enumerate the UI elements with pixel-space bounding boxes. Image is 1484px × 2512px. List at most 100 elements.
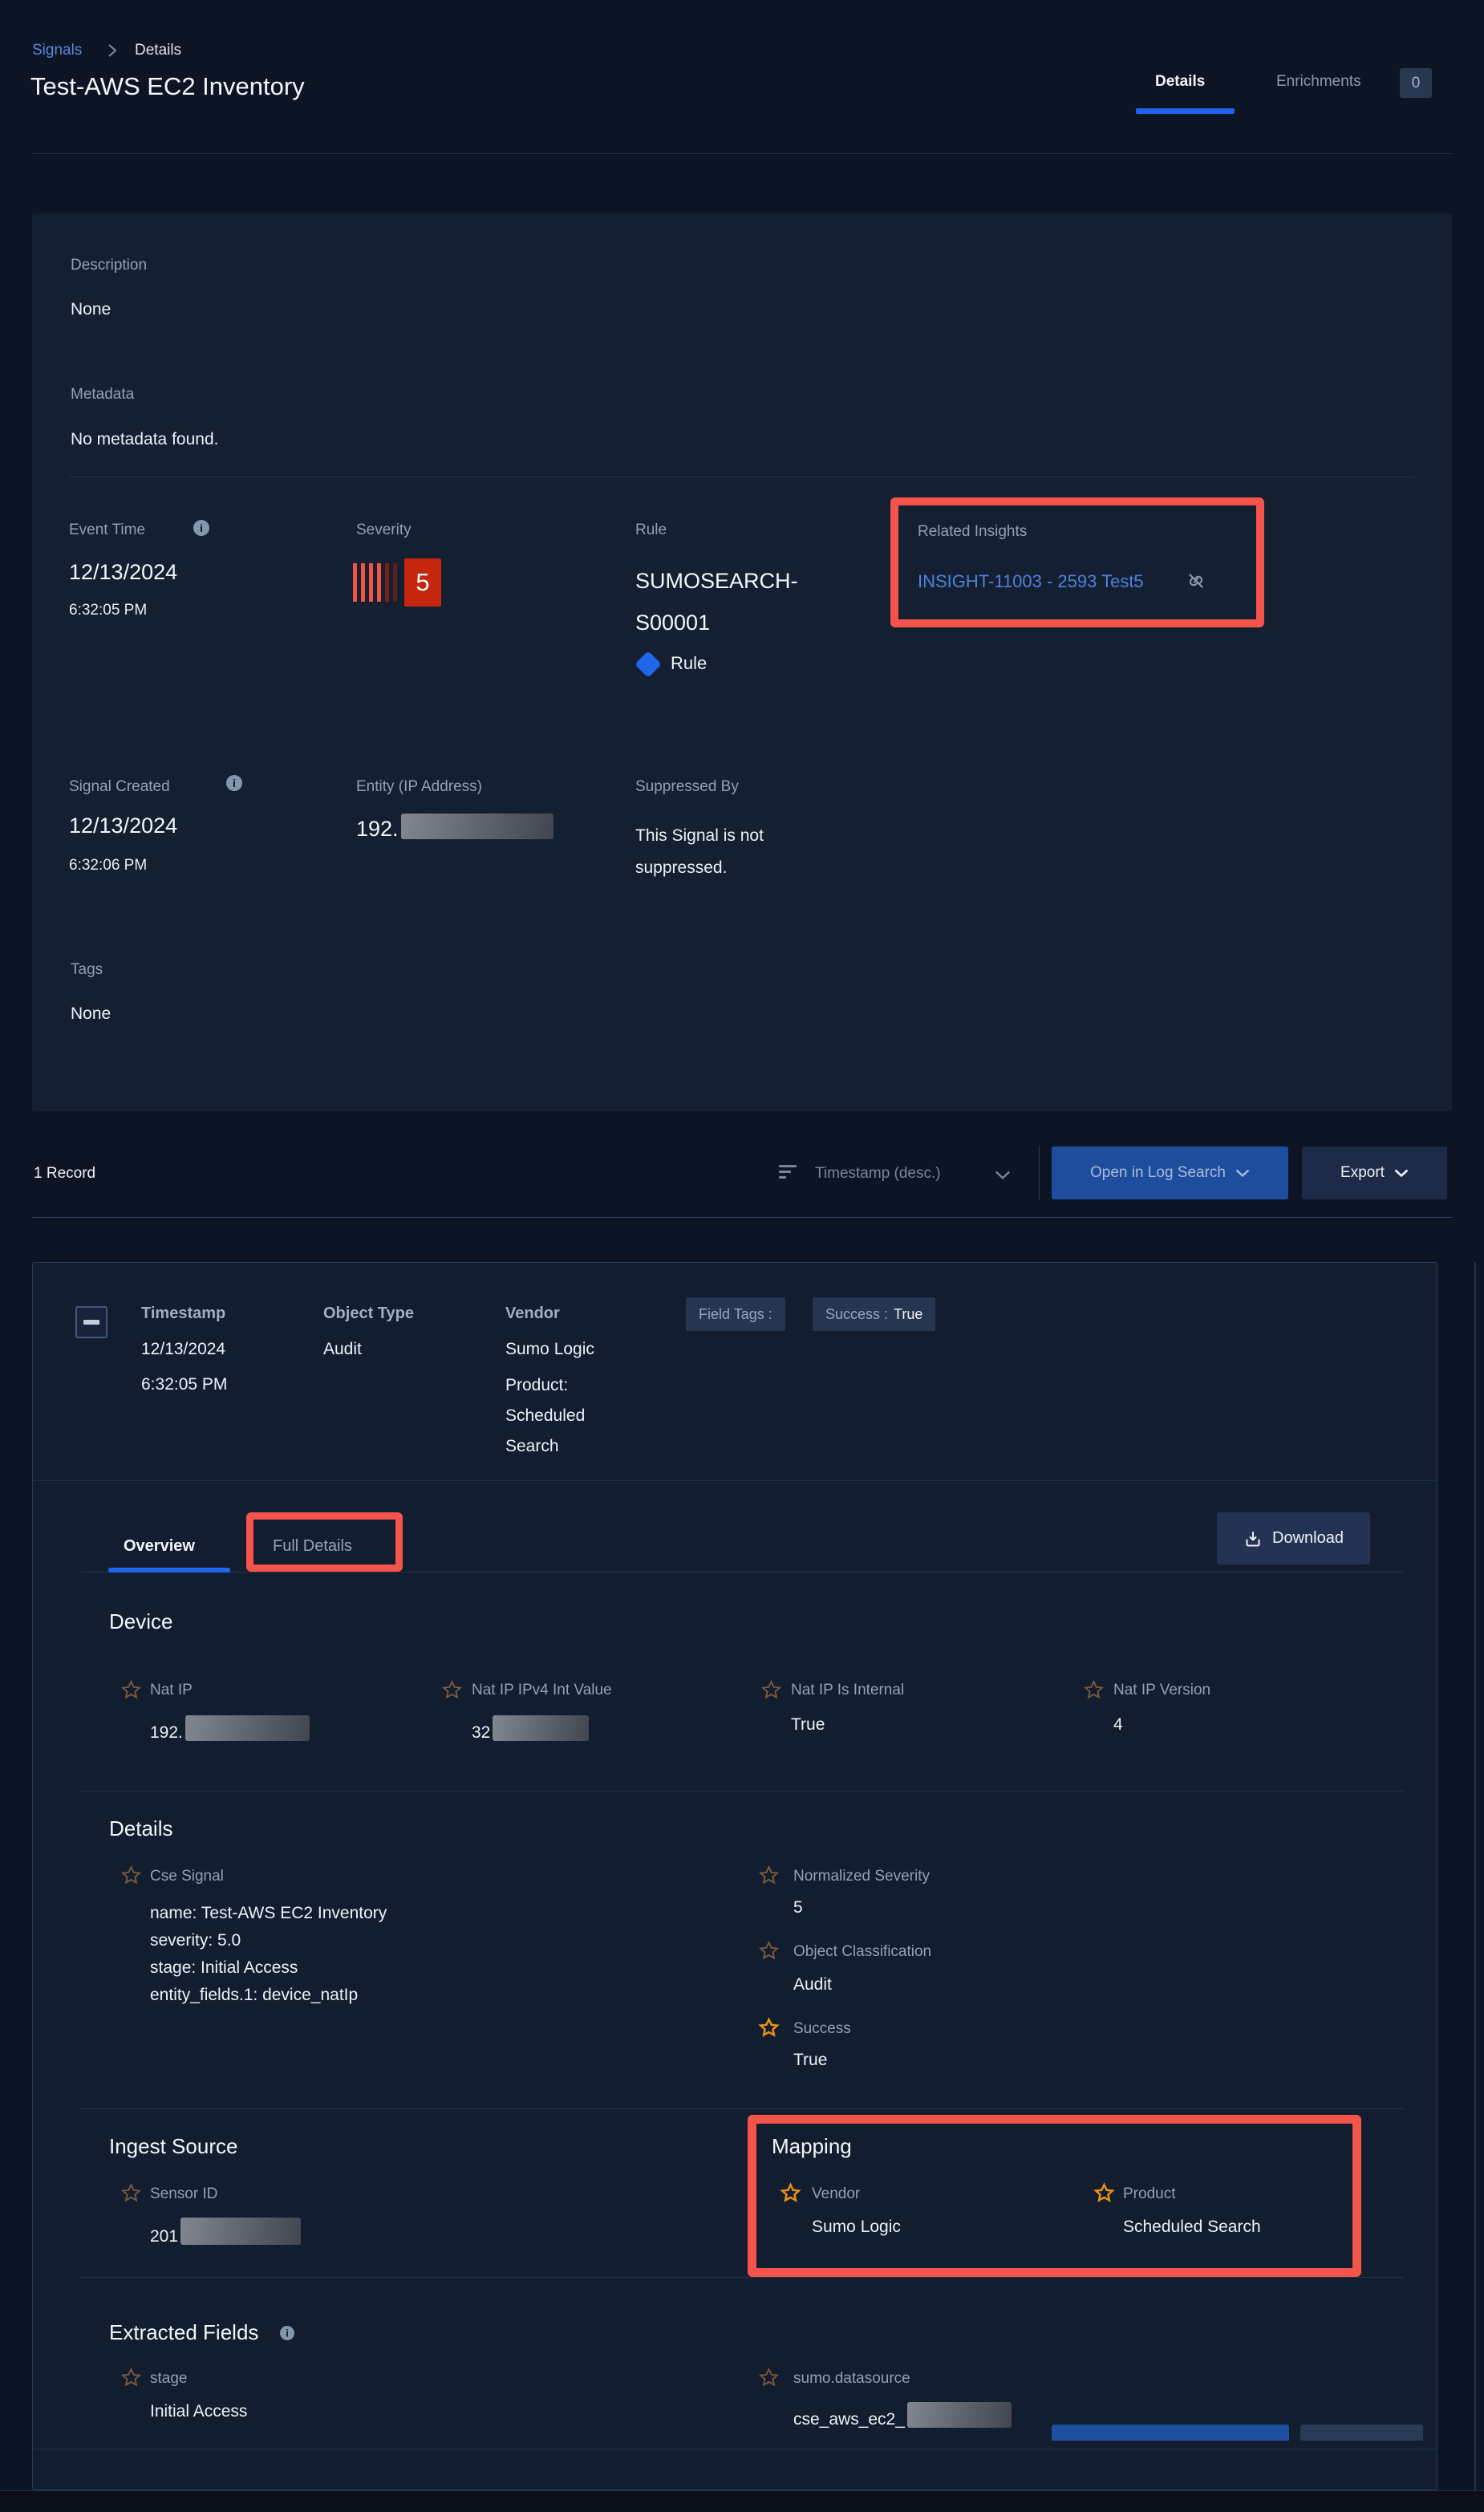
rule-name[interactable]: SUMOSEARCH- S00001 [635,560,798,643]
annotation-box-mapping [748,2115,1361,2277]
ingest-source-title: Ingest Source [109,2134,237,2159]
tab-details[interactable]: Details [1155,73,1205,91]
field-value: 4 [1113,1715,1123,1735]
tab-enrichments[interactable]: Enrichments [1276,73,1361,91]
severity-value-badge: 5 [404,558,441,607]
field-value: Initial Access [150,2402,247,2421]
record-vendor-label: Vendor [505,1305,560,1323]
field-label: Object Classification [793,1943,931,1961]
rule-label: Rule [635,521,667,539]
signal-created-info-icon[interactable] [226,775,242,791]
open-in-log-search-label: Open in Log Search [1090,1164,1226,1182]
field-value: 201 [150,2218,301,2246]
favorite-star-icon[interactable] [758,2367,780,2388]
enrichments-count-badge: 0 [1400,68,1432,98]
record-tab-overview-underline [108,1568,230,1573]
suppressed-by-label: Suppressed By [635,778,739,796]
cse-signal-lines: name: Test-AWS EC2 Inventory severity: 5… [150,1900,387,2009]
record-object-type-value: Audit [323,1340,362,1359]
field-value: 5 [793,1898,803,1917]
record-object-type-label: Object Type [323,1305,414,1323]
redaction [907,2402,1012,2428]
signal-created-date: 12/13/2024 [69,814,177,838]
open-in-log-search-chevron-icon [1235,1169,1250,1178]
toolbar-divider [32,1217,1452,1218]
sort-chevron-icon [995,1171,1011,1180]
sort-selector[interactable]: Timestamp (desc.) [815,1165,941,1183]
open-in-log-search-button[interactable]: Open in Log Search [1052,1146,1288,1199]
tab-details-underline [1136,108,1235,114]
favorite-star-icon[interactable] [758,1940,780,1962]
field-label: sumo.datasource [793,2370,910,2388]
favorite-star-icon[interactable] [758,1865,780,1886]
favorite-star-icon[interactable] [1083,1679,1105,1701]
favorite-star-icon[interactable] [120,2182,142,2204]
mapping-divider [80,2277,1404,2278]
favorite-star-icon[interactable] [120,1679,142,1701]
breadcrumb-signals-link[interactable]: Signals [32,42,82,59]
favorite-star-icon[interactable] [120,2367,142,2388]
record-timestamp-time: 6:32:05 PM [141,1375,227,1394]
field-tags-badge[interactable]: Field Tags : [686,1297,785,1331]
field-label: Success [793,2020,851,2038]
record-tabs-divider [80,1572,1404,1573]
entity-redaction [401,814,553,839]
favorite-star-icon-active[interactable] [758,2017,780,2039]
entity-value-prefix: 192. [356,817,399,841]
favorite-star-icon[interactable] [441,1679,463,1701]
download-icon [1243,1529,1263,1548]
metadata-label: Metadata [71,386,134,404]
export-label: Export [1340,1164,1385,1182]
field-value: 32 [472,1715,589,1743]
field-label: Nat IP [150,1682,193,1699]
description-label: Description [71,257,147,274]
download-button[interactable]: Download [1217,1512,1370,1564]
redaction [180,2218,301,2245]
partial-button-secondary[interactable] [1300,2425,1423,2441]
sort-icon [779,1165,797,1182]
breadcrumb-chevron-icon [107,43,118,58]
field-value-text: 192. [150,1723,183,1742]
record-card [32,1262,1437,2490]
device-section-title: Device [109,1609,172,1634]
field-label: Nat IP Is Internal [791,1682,904,1699]
field-tags-badge-label: Field Tags : [699,1306,772,1323]
record-count: 1 Record [34,1165,95,1183]
annotation-box-related-insights [890,497,1264,627]
signal-created-label: Signal Created [69,778,170,796]
details-divider [80,2108,1404,2109]
event-time-info-icon[interactable] [193,520,209,536]
field-value-text: cse_aws_ec2_ [793,2410,905,2429]
favorite-star-icon[interactable] [760,1679,782,1701]
extracted-fields-info-icon[interactable] [280,2326,294,2340]
favorite-star-icon[interactable] [120,1865,142,1886]
signal-created-time: 6:32:06 PM [69,857,147,875]
metadata-value: No metadata found. [71,430,218,449]
tags-value: None [71,1004,111,1024]
event-time-label: Event Time [69,521,145,539]
field-value: True [791,1715,825,1735]
record-tab-overview[interactable]: Overview [124,1537,195,1556]
field-label: stage [150,2370,187,2388]
export-button[interactable]: Export [1302,1146,1447,1199]
partial-button-primary[interactable] [1052,2425,1289,2441]
right-rail-line [1474,1262,1476,2490]
field-label: Nat IP IPv4 Int Value [472,1682,612,1699]
field-label: Sensor ID [150,2185,217,2203]
page-title: Test-AWS EC2 Inventory [30,72,305,101]
severity-label: Severity [356,521,412,539]
export-chevron-icon [1394,1169,1409,1178]
rule-type-label: Rule [671,653,707,674]
description-value: None [71,300,111,319]
success-badge[interactable]: Success : True [813,1297,935,1331]
breadcrumb-current: Details [135,42,181,59]
page-bottom-strip [0,2491,1484,2512]
checkbox-minus-icon [83,1320,99,1325]
extracted-fields-title: Extracted Fields [109,2320,258,2345]
record-checkbox[interactable] [75,1306,107,1338]
field-value-text: 32 [472,1723,490,1742]
event-time-time: 6:32:05 PM [69,602,147,619]
record-timestamp-label: Timestamp [141,1305,225,1323]
field-value: cse_aws_ec2_ [793,2402,1012,2429]
download-label: Download [1272,1529,1344,1548]
